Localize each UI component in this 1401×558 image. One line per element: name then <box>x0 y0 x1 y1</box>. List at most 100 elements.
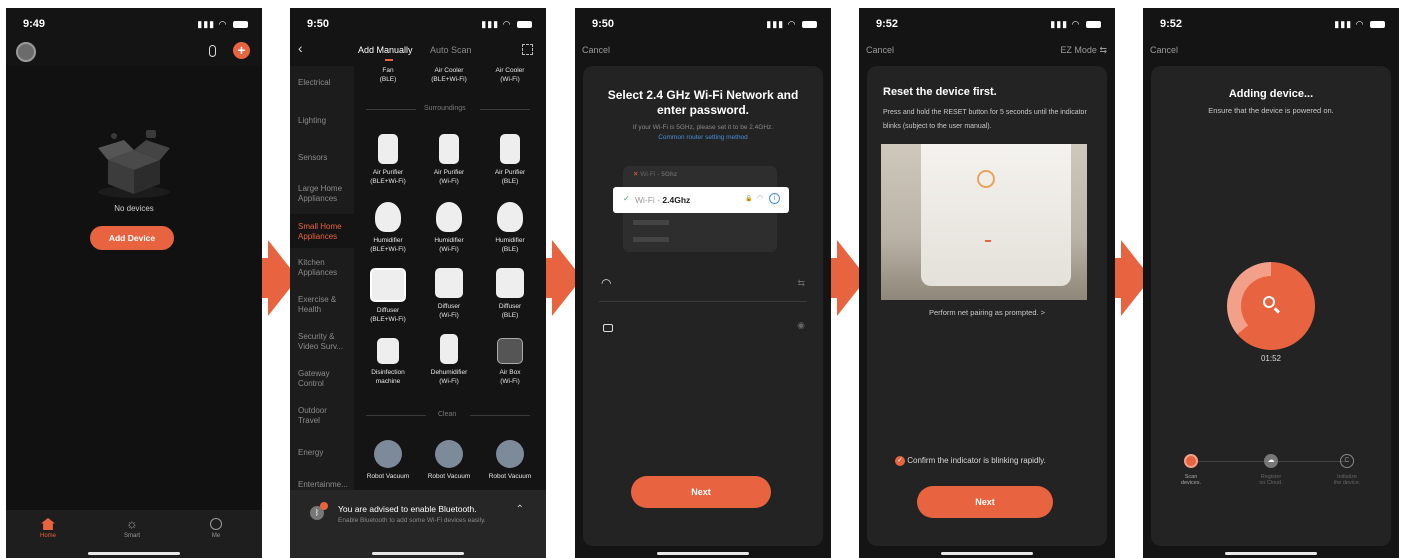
home-indicator <box>88 552 180 555</box>
home-indicator <box>657 552 749 555</box>
category-sensors[interactable]: Sensors <box>298 153 327 163</box>
wifi-password-field[interactable]: ◉ <box>599 314 807 344</box>
search-icon <box>1263 296 1275 308</box>
device-humidifier-ble[interactable]: Humidifier (BLE) <box>482 202 538 254</box>
category-small-home-appliances[interactable]: Small Home Appliances <box>298 222 352 242</box>
robot-vacuum-image <box>374 440 402 468</box>
wifi-card: Select 2.4 GHz Wi-Fi Network and enter p… <box>583 66 823 546</box>
category-outdoor-travel[interactable]: Outdoor Travel <box>298 406 348 426</box>
cancel-button[interactable]: Cancel <box>1150 45 1178 55</box>
confirm-label: Confirm the indicator is blinking rapidl… <box>907 456 1046 466</box>
chevron-up-icon[interactable]: ⌃ <box>516 504 524 515</box>
switch-network-icon[interactable]: ⇆ <box>797 278 805 289</box>
category-gateway-control[interactable]: Gateway Control <box>298 369 348 389</box>
category-kitchen-appliances[interactable]: Kitchen Appliances <box>298 258 352 278</box>
wifi-hint: If your Wi-Fi is 5GHz, please set it to … <box>632 124 774 131</box>
cancel-button[interactable]: Cancel <box>866 45 894 55</box>
device-robot-vacuum-1[interactable]: Robot Vacuum <box>360 440 416 481</box>
diffuser-image <box>435 268 463 298</box>
lock-icon <box>603 324 613 332</box>
adding-subtitle: Ensure that the device is powered on. <box>1208 106 1334 115</box>
category-electrical[interactable]: Electrical <box>298 78 330 88</box>
wifi-5g-row[interactable]: ✕ Wi-Fi - 5Ghz <box>633 170 769 184</box>
device-air-purifier-wifi[interactable]: Air Purifier (Wi-Fi) <box>421 134 477 186</box>
category-entertainment[interactable]: Entertainme... <box>298 480 348 490</box>
humidifier-image <box>436 202 462 232</box>
status-icons: ▮▮▮ ◠ <box>766 19 817 30</box>
confirm-checkbox-row[interactable]: ✓ Confirm the indicator is blinking rapi… <box>895 456 1046 466</box>
cancel-button[interactable]: Cancel <box>582 45 610 55</box>
wifi-placeholder-row <box>633 237 669 242</box>
device-disinfection-machine[interactable]: Disinfection machine <box>360 338 416 386</box>
wifi-network-field[interactable]: ◠ ⇆ <box>599 272 807 302</box>
back-icon[interactable]: ‹ <box>298 40 303 56</box>
scan-icon[interactable] <box>522 44 533 55</box>
device-humidifier-ble-wifi[interactable]: Humidifier (BLE+Wi-Fi) <box>360 202 416 254</box>
add-icon[interactable]: + <box>233 42 250 59</box>
step-active-icon <box>1184 454 1198 468</box>
device-robot-vacuum-2[interactable]: Robot Vacuum <box>421 440 477 481</box>
initialize-icon: C <box>1340 454 1354 468</box>
nav-smart[interactable]: ☼ Smart <box>114 516 150 539</box>
bluetooth-banner[interactable]: ᛒ You are advised to enable Bluetooth. E… <box>290 490 546 558</box>
step-scan: Scan devices. <box>1171 454 1211 486</box>
status-bar: 9:50 ▮▮▮ ◠ <box>290 8 546 40</box>
category-large-home-appliances[interactable]: Large Home Appliances <box>298 184 352 204</box>
category-energy[interactable]: Energy <box>298 448 323 458</box>
disinfection-image <box>377 338 399 364</box>
category-lighting[interactable]: Lighting <box>298 116 326 126</box>
ez-mode-toggle[interactable]: EZ Mode ⇆ <box>1060 45 1107 56</box>
device-diffuser-ble-wifi[interactable]: Diffuser (BLE+Wi-Fi) <box>360 268 416 324</box>
category-security-video[interactable]: Security & Video Surv... <box>298 332 352 352</box>
phone-add-device-list: 9:50 ▮▮▮ ◠ ‹ Add Manually Auto Scan Elec… <box>290 8 546 558</box>
status-icons: ▮▮▮ ◠ <box>1050 19 1101 30</box>
add-device-button[interactable]: Add Device <box>90 226 174 250</box>
wifi-title: Select 2.4 GHz Wi-Fi Network and enter p… <box>607 88 799 117</box>
tab-indicator <box>385 59 393 61</box>
next-button[interactable]: Next <box>631 476 771 508</box>
divider <box>366 109 416 110</box>
empty-box-icon <box>98 130 170 198</box>
device-dehumidifier-wifi[interactable]: Dehumidifier (Wi-Fi) <box>421 334 477 386</box>
device-air-cooler-ble-wifi[interactable]: Air Cooler (BLE+Wi-Fi) <box>421 66 477 84</box>
device-fan-ble[interactable]: Fan (BLE) <box>360 66 416 84</box>
tab-add-manually[interactable]: Add Manually <box>358 45 413 55</box>
phone-adding-device: 9:52 ▮▮▮ ◠ Cancel Adding device... Ensur… <box>1143 8 1399 558</box>
nav-smart-label: Smart <box>123 533 140 539</box>
wifi-24g-label: Wi-Fi - 2.4Ghz <box>635 195 691 205</box>
countdown-timer: 01:52 <box>1260 354 1282 363</box>
wifi-24g-row[interactable]: ✓ Wi-Fi - 2.4Ghz 🔒 ◠ i <box>613 187 789 213</box>
status-icons: ▮▮▮ ◠ <box>1334 19 1385 30</box>
device-diffuser-ble[interactable]: Diffuser (BLE) <box>482 268 538 320</box>
avatar[interactable] <box>16 42 36 62</box>
device-robot-vacuum-3[interactable]: Robot Vacuum <box>482 440 538 481</box>
status-time: 9:52 <box>1160 18 1183 30</box>
category-exercise-health[interactable]: Exercise & Health <box>298 295 352 315</box>
device-humidifier-wifi[interactable]: Humidifier (Wi-Fi) <box>421 202 477 254</box>
checkbox-checked-icon[interactable]: ✓ <box>895 456 905 466</box>
device-air-purifier-ble-wifi[interactable]: Air Purifier (BLE+Wi-Fi) <box>360 134 416 186</box>
air-purifier-image <box>500 134 520 164</box>
status-bar: 9:49 ▮▮▮ ◠ <box>6 8 262 40</box>
eye-icon[interactable]: ◉ <box>797 320 805 331</box>
router-setting-link[interactable]: Common router setting method <box>589 134 817 141</box>
nav-me[interactable]: Me <box>198 518 234 539</box>
device-photo <box>881 144 1087 300</box>
device-air-purifier-ble[interactable]: Air Purifier (BLE) <box>482 134 538 186</box>
sun-icon: ☼ <box>126 516 138 531</box>
check-icon: ✓ <box>623 194 630 203</box>
perform-pairing-link[interactable]: Perform net pairing as prompted. > <box>867 308 1107 317</box>
microphone-icon[interactable] <box>209 45 216 57</box>
device-diffuser-wifi[interactable]: Diffuser (Wi-Fi) <box>421 268 477 320</box>
status-bar: 9:52 ▮▮▮ ◠ <box>859 8 1115 40</box>
device-air-box-wifi[interactable]: Air Box (Wi-Fi) <box>482 338 538 386</box>
reset-card: Reset the device first. Press and hold t… <box>867 66 1107 546</box>
device-air-cooler-wifi[interactable]: Air Cooler (Wi-Fi) <box>482 66 538 84</box>
alert-badge <box>320 502 328 510</box>
diffuser-image <box>370 268 406 302</box>
nav-home[interactable]: Home <box>30 518 66 539</box>
info-icon[interactable]: i <box>769 193 780 204</box>
cloud-icon: ☁ <box>1264 454 1278 468</box>
next-button[interactable]: Next <box>917 486 1053 518</box>
tab-auto-scan[interactable]: Auto Scan <box>430 45 472 55</box>
